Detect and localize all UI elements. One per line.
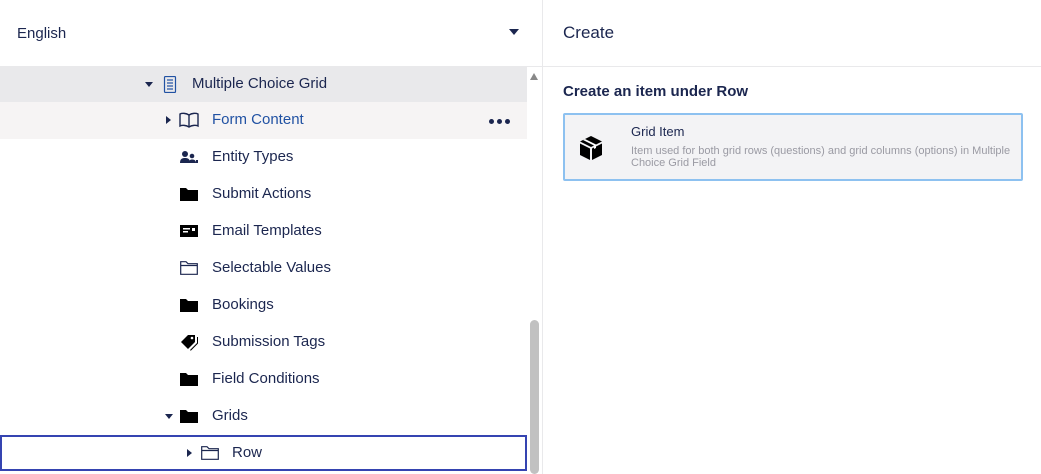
scroll-up-arrow-icon[interactable] xyxy=(530,73,538,80)
create-option-grid-item[interactable]: Grid Item Item used for both grid rows (… xyxy=(563,113,1023,181)
folder-icon xyxy=(179,407,199,425)
tree-item-label: Row xyxy=(232,444,263,461)
tree-item-label: Multiple Choice Grid xyxy=(192,75,328,92)
tree-item-form-content[interactable]: Form Content xyxy=(0,102,527,139)
folder-icon xyxy=(179,185,199,203)
tree-item-grids[interactable]: Grids xyxy=(0,398,527,435)
tree-item-row[interactable]: Row xyxy=(0,435,527,471)
book-icon xyxy=(179,111,199,129)
content-tree: Multiple Choice Grid Form Content Entity… xyxy=(0,67,527,474)
tree-item-label: Submit Actions xyxy=(212,185,312,202)
tree-item-label: Form Content xyxy=(212,111,304,128)
tree-item-label: Email Templates xyxy=(212,222,322,239)
document-list-icon xyxy=(160,75,180,93)
create-panel-title: Create xyxy=(563,23,615,42)
users-icon xyxy=(179,148,199,166)
caret-right-icon[interactable] xyxy=(187,449,192,457)
caret-down-icon[interactable] xyxy=(165,414,173,419)
create-option-description: Item used for both grid rows (questions)… xyxy=(631,145,1011,169)
tree-item-label: Selectable Values xyxy=(212,259,331,276)
tree-item-entity-types[interactable]: Entity Types xyxy=(0,139,527,176)
create-panel: Create Create an item under Row Grid Ite… xyxy=(542,0,1041,474)
create-panel-header: Create xyxy=(543,0,1041,67)
tree-item-email-templates[interactable]: Email Templates xyxy=(0,213,527,250)
tree-item-submit-actions[interactable]: Submit Actions xyxy=(0,176,527,213)
caret-down-icon[interactable] xyxy=(509,29,519,35)
more-actions-icon[interactable] xyxy=(489,119,510,124)
folder-outline-icon xyxy=(179,259,199,277)
email-card-icon xyxy=(179,222,199,240)
tree-item-field-conditions[interactable]: Field Conditions xyxy=(0,361,527,398)
tree-item-label: Field Conditions xyxy=(212,370,320,387)
tree-item-label: Grids xyxy=(212,407,248,424)
language-label: English xyxy=(17,24,67,42)
content-tree-panel: English Multiple Choice Grid Form Conten… xyxy=(0,0,542,474)
caret-right-icon[interactable] xyxy=(166,116,171,124)
folder-outline-icon xyxy=(200,444,220,462)
tags-icon xyxy=(179,333,199,351)
folder-icon xyxy=(179,370,199,388)
scrollbar-thumb[interactable] xyxy=(530,320,539,474)
tree-item-selectable-values[interactable]: Selectable Values xyxy=(0,250,527,287)
caret-down-icon[interactable] xyxy=(145,82,153,87)
tree-item-label: Bookings xyxy=(212,296,274,313)
tree-item-label: Submission Tags xyxy=(212,333,326,350)
box-icon xyxy=(579,135,603,161)
language-selector[interactable]: English xyxy=(0,0,542,67)
folder-icon xyxy=(179,296,199,314)
tree-item-label: Entity Types xyxy=(212,148,294,165)
tree-item-multiple-choice-grid[interactable]: Multiple Choice Grid xyxy=(0,67,527,102)
create-option-name: Grid Item xyxy=(631,124,685,139)
tree-item-submission-tags[interactable]: Submission Tags xyxy=(0,324,527,361)
tree-item-bookings[interactable]: Bookings xyxy=(0,287,527,324)
create-panel-subtitle: Create an item under Row xyxy=(563,83,749,100)
